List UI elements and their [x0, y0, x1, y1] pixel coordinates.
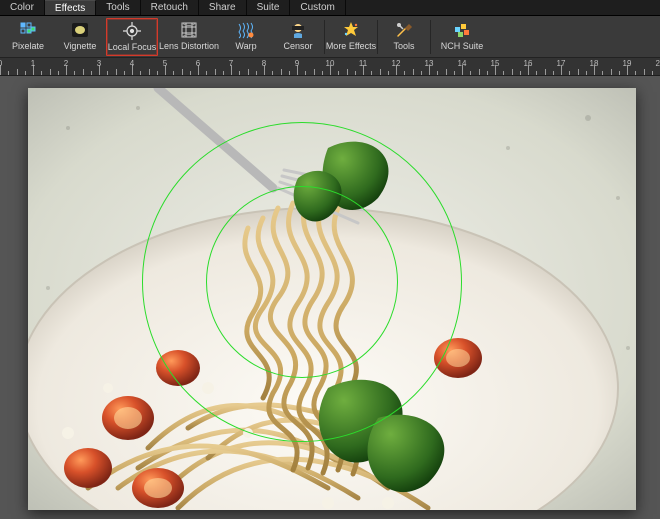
ruler-label: 20 [656, 59, 660, 68]
ruler-label: 17 [557, 59, 566, 68]
pixelate-button[interactable]: Pixelate [2, 18, 54, 56]
more-effects-icon [341, 20, 361, 40]
censor-label: Censor [283, 41, 312, 51]
photo-placeholder [28, 88, 636, 510]
effects-toolbar: Pixelate Vignette Local Focus Lens Disto… [0, 16, 660, 58]
ruler-label: 10 [326, 59, 335, 68]
nch-suite-label: NCH Suite [441, 41, 484, 51]
ruler-label: 2 [64, 59, 68, 68]
ruler-label: 14 [458, 59, 467, 68]
ruler-label: 16 [524, 59, 533, 68]
tab-tools[interactable]: Tools [96, 0, 140, 15]
ruler-label: 0 [0, 59, 2, 68]
ruler-label: 3 [97, 59, 101, 68]
vignette-button[interactable]: Vignette [54, 18, 106, 56]
more-effects-button[interactable]: More Effects [325, 18, 377, 56]
lens-distortion-button[interactable]: Lens Distortion [158, 18, 220, 56]
nch-suite-button[interactable]: NCH Suite [431, 18, 493, 56]
menubar: Color Effects Tools Retouch Share Suite … [0, 0, 660, 16]
nch-suite-icon [452, 20, 472, 40]
pixelate-label: Pixelate [12, 41, 44, 51]
ruler-label: 1 [31, 59, 35, 68]
lens-distortion-icon [179, 20, 199, 40]
ruler-label: 15 [491, 59, 500, 68]
more-effects-label: More Effects [326, 41, 376, 51]
ruler-label: 6 [196, 59, 200, 68]
tab-effects[interactable]: Effects [45, 0, 96, 15]
ruler-label: 7 [229, 59, 233, 68]
pixelate-icon [18, 20, 38, 40]
image-canvas[interactable] [28, 88, 636, 510]
local-focus-icon [122, 21, 142, 41]
ruler-label: 5 [163, 59, 167, 68]
local-focus-label: Local Focus [108, 42, 157, 52]
local-focus-button[interactable]: Local Focus [106, 18, 158, 56]
warp-button[interactable]: Warp [220, 18, 272, 56]
tab-color[interactable]: Color [0, 0, 45, 15]
ruler-label: 19 [623, 59, 632, 68]
warp-label: Warp [235, 41, 256, 51]
tab-suite[interactable]: Suite [247, 0, 291, 15]
tab-share[interactable]: Share [199, 0, 247, 15]
tab-retouch[interactable]: Retouch [141, 0, 199, 15]
censor-icon [288, 20, 308, 40]
vignette-icon [70, 20, 90, 40]
censor-button[interactable]: Censor [272, 18, 324, 56]
workspace [0, 76, 660, 519]
ruler-label: 11 [359, 59, 367, 68]
lens-distortion-label: Lens Distortion [159, 41, 219, 51]
tools-icon [394, 20, 414, 40]
ruler-label: 9 [295, 59, 299, 68]
ruler-label: 12 [392, 59, 401, 68]
ruler-label: 8 [262, 59, 266, 68]
horizontal-ruler: 01234567891011121314151617181920 [0, 58, 660, 76]
tools-button[interactable]: Tools [378, 18, 430, 56]
ruler-label: 13 [425, 59, 434, 68]
tab-custom[interactable]: Custom [290, 0, 345, 15]
tools-label: Tools [393, 41, 414, 51]
warp-icon [236, 20, 256, 40]
ruler-label: 18 [590, 59, 599, 68]
ruler-label: 4 [130, 59, 134, 68]
vignette-label: Vignette [64, 41, 97, 51]
